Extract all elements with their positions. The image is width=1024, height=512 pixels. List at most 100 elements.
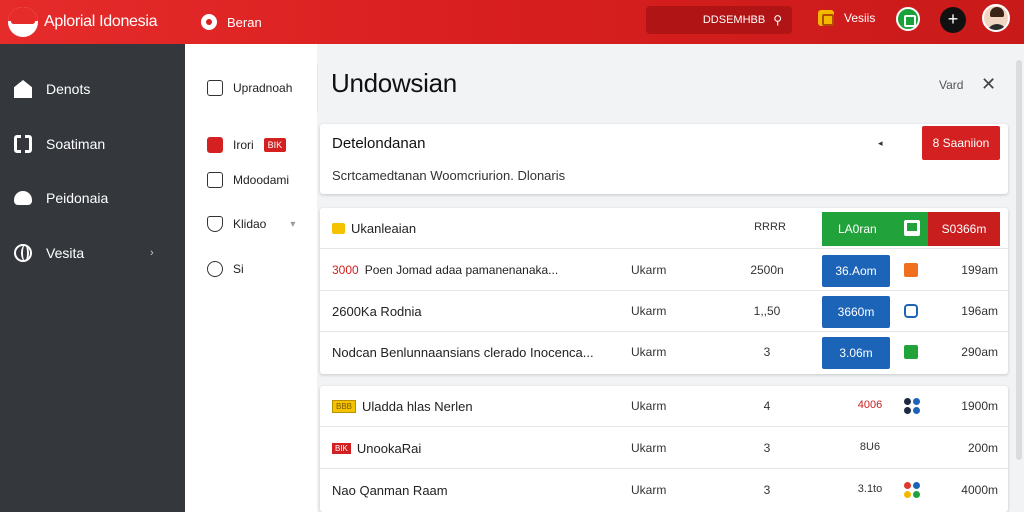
sidebar-item-peidonaia[interactable]: Peidonaia [14, 190, 108, 206]
row-qty: 4 [763, 399, 771, 413]
subnav-item-klidao[interactable]: Klidao ▾ [207, 216, 295, 232]
arrow-left-icon[interactable]: ◂ [878, 138, 883, 149]
shield-icon [207, 216, 223, 232]
row-distance: 200m [967, 441, 998, 455]
row-qty: 2500n [750, 263, 784, 277]
subnav-item-label: Mdoodami [233, 173, 290, 187]
row-type: Ukarm [631, 304, 667, 318]
scrollbar[interactable] [1016, 60, 1022, 460]
add-button[interactable]: + [940, 7, 966, 33]
row-type: Ukarm [631, 483, 667, 497]
table-row[interactable]: Nodcan Benlunnaansians clerado Inocenca.… [320, 332, 1008, 373]
row-code: 8U6 [859, 441, 881, 453]
notifications[interactable]: Vesiis [818, 10, 875, 26]
row-name-label: Poen Jomad adaa pamanenanaka... [364, 263, 559, 277]
subnav-item-label: Irori [233, 138, 254, 152]
notifications-label: Vesiis [844, 11, 876, 25]
row-value-button[interactable]: 3.06m [822, 337, 890, 369]
row-name: Nodcan Benlunnaansians clerado Inocenca.… [332, 345, 594, 360]
row-tag: BIK [332, 443, 351, 454]
subnav-item-si[interactable]: Si [207, 261, 244, 277]
row-type: Ukarm [631, 263, 667, 277]
apps-icon[interactable] [904, 398, 924, 416]
brand-logo-icon [8, 7, 38, 37]
briefcase-icon [207, 172, 223, 188]
row-name: 2600Ka Rodnia [332, 304, 422, 319]
search-box[interactable]: ⚲ [646, 6, 792, 34]
chevron-down-icon[interactable]: ▾ [290, 219, 295, 230]
clock-icon [207, 261, 223, 277]
row-tag: BBB [332, 400, 357, 413]
search-input[interactable] [665, 14, 766, 26]
card-subtitle: Scrtcamedtanan Woomcriurion. Dlonaris [332, 168, 566, 183]
table-row[interactable]: 3000 Poen Jomad adaa pamanenanaka... Uka… [320, 250, 1008, 291]
sidebar-item-soatiman[interactable]: Soatiman [14, 135, 105, 153]
status-button[interactable] [896, 7, 920, 31]
document-icon [207, 80, 223, 96]
row-name: BBB Uladda hlas Nerlen [332, 399, 473, 414]
row-type: Ukarm [631, 441, 667, 455]
row-distance: 199am [961, 263, 998, 277]
row-name-label: UnookaRai [356, 441, 422, 456]
table-row[interactable]: 2600Ka Rodnia Ukarm 1,,50 3660m 196am [320, 291, 1008, 332]
row-distance: 196am [961, 304, 998, 318]
row-type: Ukarm [631, 399, 667, 413]
close-icon[interactable]: ✕ [981, 74, 996, 95]
sidebar-item-vesita[interactable]: Vesita [14, 244, 84, 262]
brand-name: Aplorial Idonesia [44, 13, 158, 30]
table-header-code: RRRR [754, 221, 786, 233]
table-row[interactable]: BIK UnookaRai Ukarm 3 8U6 200m [320, 428, 1008, 469]
table-header-name: Ukanleaian [332, 221, 416, 236]
apps-icon[interactable] [904, 482, 924, 500]
chevron-right-icon[interactable]: › [150, 247, 154, 259]
subnav-badge: BIK [263, 138, 287, 152]
detail-card: Detelondanan Scrtcamedtanan Woomcriurion… [320, 124, 1008, 194]
sidebar-item-denots[interactable]: Denots [14, 80, 90, 98]
gear-icon [201, 14, 217, 30]
orange-tag-icon[interactable] [904, 263, 918, 277]
row-name: Nao Qanman Raam [332, 483, 448, 498]
top-nav-label: Beran [227, 14, 262, 30]
row-distance: 4000m [961, 483, 998, 497]
row-distance: 290am [961, 345, 998, 359]
top-nav-item[interactable]: Beran [201, 14, 262, 30]
row-qty: 1,,50 [753, 304, 781, 318]
row-qty: 3 [763, 441, 771, 455]
page-title: Undowsian [331, 68, 457, 98]
link-icon[interactable] [904, 304, 918, 318]
subnav-item-upradnoah[interactable]: Upradnoah [207, 80, 292, 96]
row-qty: 3 [763, 483, 771, 497]
subnav-item-label: Klidao [233, 217, 267, 231]
row-name: 3000 Poen Jomad adaa pamanenanaka... [332, 263, 558, 277]
image-icon[interactable] [904, 220, 920, 236]
row-distance: 1900m [961, 399, 998, 413]
row-code: 3.1to [857, 483, 883, 495]
table-row[interactable]: BBB Uladda hlas Nerlen Ukarm 4 4006 1900… [320, 386, 1008, 427]
green-tag-icon[interactable] [904, 345, 918, 359]
subnav-item-mdoodami[interactable]: Mdoodami [207, 172, 289, 188]
grid-icon [14, 135, 32, 153]
row-name-label: Uladda hlas Nerlen [362, 399, 473, 414]
table-row[interactable]: Nao Qanman Raam Ukarm 3 3.1to 4000m [320, 470, 1008, 511]
sidebar-item-label: Soatiman [46, 136, 106, 152]
subnav-item-irori[interactable]: Irori BIK [207, 137, 287, 153]
header-action-label[interactable]: Vard [939, 78, 963, 92]
row-value-button[interactable]: 3660m [822, 296, 890, 328]
primary-action-button[interactable]: 8 Saaniion [922, 126, 1000, 160]
row-prefix: 3000 [332, 263, 359, 277]
brand[interactable]: Aplorial Idonesia [0, 0, 185, 44]
sidebar-item-label: Vesita [46, 245, 85, 261]
sidebar-item-label: Peidonaia [46, 190, 109, 206]
search-icon[interactable]: ⚲ [773, 13, 782, 27]
table-header-label: Ukanleaian [351, 221, 417, 236]
subnav-item-label: Si [233, 262, 244, 276]
avatar[interactable] [982, 4, 1010, 32]
home-icon [14, 80, 32, 98]
sidebar: Denots Soatiman Peidonaia Vesita › [0, 44, 185, 512]
car-icon [14, 191, 32, 205]
row-name: BIK UnookaRai [332, 441, 421, 456]
card-title: Detelondanan [332, 135, 426, 152]
red-action-button[interactable]: S0366m [928, 212, 1000, 246]
subnav-item-label: Upradnoah [233, 81, 293, 95]
row-value-button[interactable]: 36.Aom [822, 255, 890, 287]
